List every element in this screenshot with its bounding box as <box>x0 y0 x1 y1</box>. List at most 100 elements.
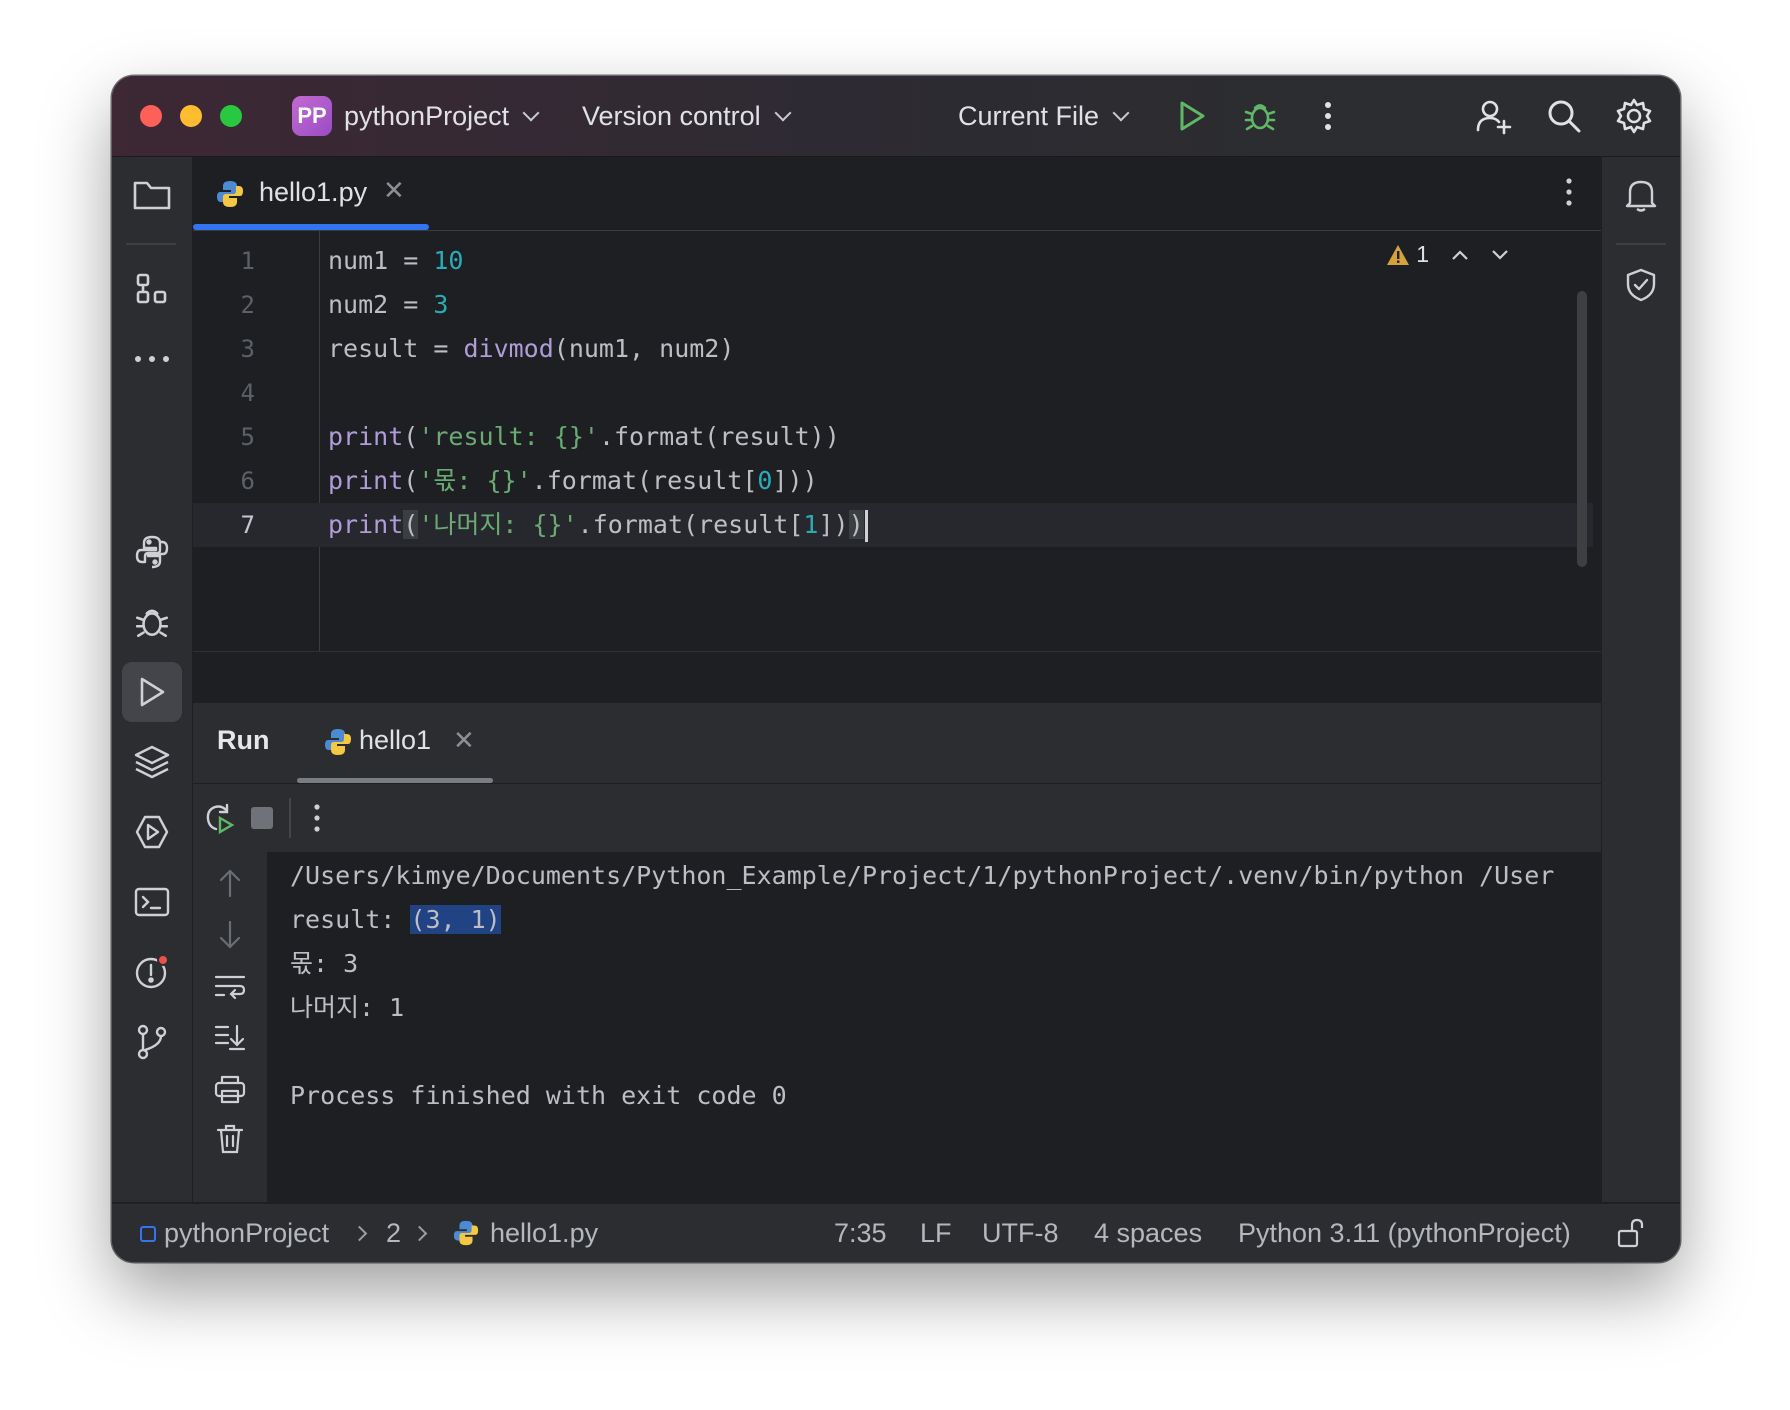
problems-icon <box>135 954 169 989</box>
breadcrumb-file[interactable]: hello1.py <box>490 1216 598 1250</box>
chevron-down-icon[interactable] <box>1491 249 1509 261</box>
arrow-up-icon <box>219 869 241 898</box>
more-tools-button[interactable] <box>122 329 182 389</box>
code-with-me-button[interactable] <box>1474 96 1514 136</box>
scroll-down-button[interactable] <box>211 916 249 954</box>
clear-console-button[interactable] <box>211 1120 249 1158</box>
code-line-current[interactable]: 7 print('나머지: {}'.format(result[1])) <box>193 503 1593 547</box>
arrow-down-icon <box>219 920 241 949</box>
terminal-icon <box>134 887 170 917</box>
more-actions-button[interactable] <box>1308 96 1348 136</box>
code-line[interactable]: 4 <box>193 371 1593 415</box>
console-exit-line: Process finished with exit code 0 <box>290 1081 787 1110</box>
inspection-widget[interactable]: 1 <box>1386 241 1509 268</box>
chevron-down-icon <box>774 104 792 122</box>
debug-button[interactable] <box>1240 96 1280 136</box>
chevron-down-icon <box>1112 104 1130 122</box>
run-icon <box>140 677 165 707</box>
minimize-window-button[interactable] <box>180 105 202 127</box>
python-file-icon <box>217 181 243 207</box>
python-file-icon <box>325 729 351 755</box>
indent-setting[interactable]: 4 spaces <box>1094 1216 1202 1250</box>
editor-tab-hello1[interactable]: hello1.py ✕ <box>193 157 429 230</box>
search-button[interactable] <box>1544 96 1584 136</box>
project-selector[interactable]: pythonProject <box>344 96 540 136</box>
active-tab-indicator <box>193 224 429 230</box>
code-line[interactable]: 1 num1 = 10 <box>193 239 1593 283</box>
vcs-selector[interactable]: Version control <box>582 96 792 136</box>
debug-icon <box>1244 104 1276 131</box>
console-line: result: (3, 1) <box>290 898 501 942</box>
search-icon <box>1548 100 1581 133</box>
unlock-icon[interactable] <box>1616 1217 1646 1249</box>
line-number: 3 <box>240 335 255 363</box>
editor-scrollbar[interactable] <box>1577 291 1587 567</box>
run-console-output[interactable]: /Users/kimye/Documents/Python_Example/Pr… <box>268 852 1601 1202</box>
run-config-label: Current File <box>958 101 1100 131</box>
close-run-tab-icon[interactable]: ✕ <box>453 725 475 756</box>
run-panel-header: Run hello1 ✕ <box>193 702 1601 783</box>
python-interpreter[interactable]: Python 3.11 (pythonProject) <box>1238 1216 1571 1250</box>
python-console-button[interactable] <box>122 522 182 582</box>
services-icon <box>135 815 169 849</box>
python-packages-button[interactable] <box>122 732 182 792</box>
structure-tool-button[interactable] <box>122 259 182 319</box>
git-button[interactable] <box>122 1012 182 1072</box>
code-editor[interactable]: 1 num1 = 10 2 num2 = 3 3 result = divmod… <box>193 231 1601 728</box>
layers-icon <box>134 745 170 779</box>
debug-icon <box>135 609 169 638</box>
warning-icon <box>1387 244 1410 265</box>
status-bar: pythonProject 2 hello1.py 7:35 LF UTF-8 … <box>112 1203 1680 1262</box>
settings-button[interactable] <box>1614 96 1654 136</box>
project-tool-button[interactable] <box>122 165 182 225</box>
tab-label: hello1.py <box>259 177 368 207</box>
code-line[interactable]: 3 result = divmod(num1, num2) <box>193 327 1593 371</box>
console-text: result: <box>290 905 411 934</box>
more-vertical-icon <box>1566 178 1572 206</box>
breadcrumb-project[interactable]: pythonProject <box>164 1216 329 1250</box>
chevron-right-icon <box>411 1225 428 1242</box>
close-tab-icon[interactable]: ✕ <box>383 175 405 206</box>
soft-wrap-button[interactable] <box>211 968 249 1006</box>
code-line[interactable]: 5 print('result: {}'.format(result)) <box>193 415 1593 459</box>
breadcrumb-folder[interactable]: 2 <box>386 1216 401 1250</box>
settings-icon <box>1616 98 1652 134</box>
run-button[interactable] <box>1172 96 1212 136</box>
stop-button[interactable] <box>251 807 273 829</box>
shield-check-icon <box>1626 268 1656 302</box>
print-button[interactable] <box>211 1070 249 1108</box>
run-tool-button[interactable] <box>122 662 182 722</box>
scroll-to-end-button[interactable] <box>211 1018 249 1056</box>
code-line[interactable]: 2 num2 = 3 <box>193 283 1593 327</box>
line-separator[interactable]: LF <box>920 1216 952 1250</box>
editor-tabs-more-button[interactable] <box>1565 177 1573 212</box>
scroll-up-button[interactable] <box>211 864 249 902</box>
more-vertical-icon[interactable] <box>313 803 321 833</box>
project-badge[interactable]: PP <box>292 96 332 136</box>
add-user-icon <box>1476 100 1512 135</box>
code-line[interactable]: 6 print('몫: {}'.format(result[0])) <box>193 459 1593 503</box>
notifications-button[interactable] <box>1611 165 1671 225</box>
chevron-down-icon <box>522 104 540 122</box>
services-button[interactable] <box>122 802 182 862</box>
run-config-selector[interactable]: Current File <box>958 96 1130 136</box>
problems-button[interactable] <box>122 942 182 1002</box>
chevron-up-icon[interactable] <box>1451 249 1469 261</box>
git-branch-icon <box>137 1024 167 1060</box>
debug-tool-button[interactable] <box>122 592 182 652</box>
run-toolbar <box>193 783 1601 852</box>
line-number: 1 <box>240 247 255 275</box>
terminal-button[interactable] <box>122 872 182 932</box>
vcs-label: Version control <box>582 101 761 131</box>
soft-wrap-icon <box>214 975 246 1000</box>
run-tab-hello1[interactable]: hello1 <box>359 725 431 756</box>
console-line: 나머지: 1 <box>290 993 405 1022</box>
security-analysis-button[interactable] <box>1611 255 1671 315</box>
close-window-button[interactable] <box>140 105 162 127</box>
zoom-window-button[interactable] <box>220 105 242 127</box>
ide-window: PP pythonProject Version control Current… <box>112 76 1680 1262</box>
rerun-icon[interactable] <box>203 802 235 834</box>
line-number: 4 <box>240 379 255 407</box>
file-encoding[interactable]: UTF-8 <box>982 1216 1059 1250</box>
caret-position[interactable]: 7:35 <box>834 1216 887 1250</box>
